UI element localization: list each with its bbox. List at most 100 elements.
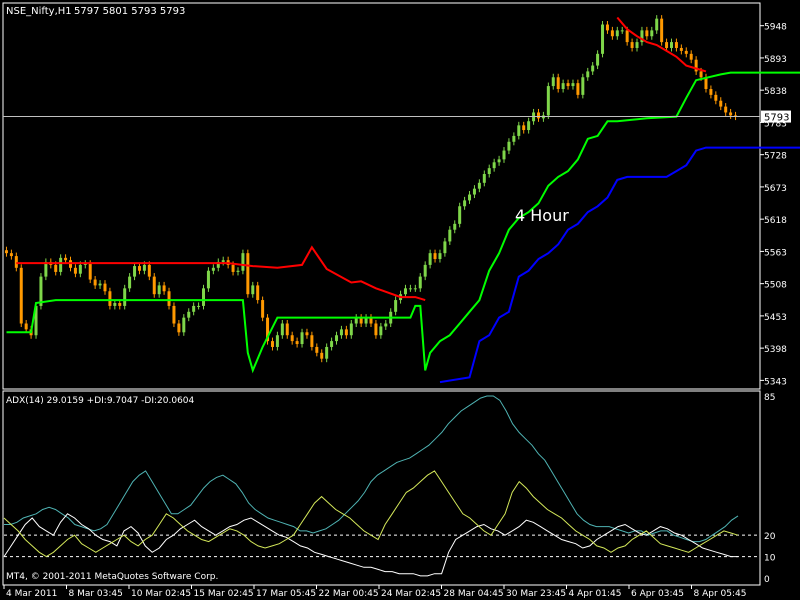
candle-body bbox=[206, 270, 210, 289]
candle-body bbox=[88, 263, 92, 280]
candle-body bbox=[73, 267, 77, 274]
candle-body bbox=[556, 77, 560, 90]
candle-body bbox=[14, 256, 18, 268]
candle-body bbox=[152, 276, 156, 295]
candle bbox=[123, 284, 127, 310]
price-tick-label: 5728 bbox=[764, 152, 787, 162]
candle-body bbox=[502, 150, 506, 160]
candle-body bbox=[729, 112, 733, 116]
candle-body bbox=[142, 264, 146, 271]
adx-tick-label: 0 bbox=[764, 575, 770, 585]
candle-body bbox=[522, 125, 526, 131]
candle-body bbox=[172, 305, 176, 324]
candle-body bbox=[64, 257, 68, 261]
candle-body bbox=[482, 174, 486, 183]
price-tick-label: 5563 bbox=[764, 248, 787, 258]
candle bbox=[660, 15, 664, 46]
candle-body bbox=[211, 267, 215, 271]
time-tick-label: 28 Mar 04:45 bbox=[444, 589, 504, 599]
candle-body bbox=[403, 288, 407, 295]
mt4-chart: 5948589358385783572856735618556355085453… bbox=[0, 0, 800, 600]
candle-body bbox=[507, 141, 511, 151]
copyright-text: MT4, © 2001-2011 MetaQuotes Software Cor… bbox=[6, 572, 218, 582]
candle-body bbox=[665, 42, 669, 48]
time-tick-label: 8 Apr 05:45 bbox=[694, 589, 747, 599]
candle-body bbox=[487, 168, 491, 175]
candle-body bbox=[344, 329, 348, 336]
candle-body bbox=[581, 77, 585, 95]
candle-body bbox=[571, 83, 575, 87]
price-tick-label: 5398 bbox=[764, 345, 787, 355]
candle-body bbox=[192, 305, 196, 312]
time-tick-label: 8 Mar 03:45 bbox=[69, 589, 123, 599]
candle-body bbox=[295, 341, 299, 345]
candle-body bbox=[463, 200, 467, 207]
candle bbox=[261, 296, 265, 322]
candle-body bbox=[280, 323, 284, 336]
candle-body bbox=[123, 288, 127, 306]
candle-body bbox=[379, 326, 383, 336]
candle-body bbox=[349, 323, 353, 336]
adx-title: ADX(14) 29.0159 +DI:9.7047 -DI:20.0604 bbox=[6, 396, 195, 406]
candle bbox=[19, 264, 23, 328]
candle-body bbox=[231, 264, 235, 272]
ohlc-readout: 5797 5801 5793 5793 bbox=[74, 6, 185, 17]
time-tick-label: 17 Mar 05:45 bbox=[256, 589, 316, 599]
candle-body bbox=[561, 83, 565, 90]
candle-body bbox=[724, 106, 728, 113]
candle-body bbox=[285, 323, 289, 336]
candle-body bbox=[300, 332, 304, 345]
candle-body bbox=[246, 253, 250, 295]
candle bbox=[458, 202, 462, 228]
candle-body bbox=[251, 285, 255, 295]
candle-body bbox=[660, 18, 664, 43]
candle-body bbox=[339, 329, 343, 336]
candle-body bbox=[315, 346, 319, 353]
candle-body bbox=[418, 276, 422, 289]
candle-body bbox=[709, 89, 713, 95]
candle-body bbox=[433, 253, 437, 260]
candle-body bbox=[118, 302, 122, 306]
candle-body bbox=[394, 300, 398, 312]
candle-body bbox=[620, 30, 624, 32]
candle-body bbox=[113, 302, 117, 306]
candle-body bbox=[162, 285, 166, 292]
candle-body bbox=[374, 323, 378, 336]
candle-body bbox=[586, 71, 590, 78]
price-tick-label: 5343 bbox=[764, 377, 787, 387]
candle-body bbox=[78, 264, 82, 274]
price-tick-label: 5618 bbox=[764, 216, 787, 226]
price-tick-label: 5453 bbox=[764, 313, 787, 323]
candle-body bbox=[674, 42, 678, 48]
candle bbox=[246, 249, 250, 298]
candle-body bbox=[423, 264, 427, 277]
candle-body bbox=[320, 352, 324, 359]
candle-body bbox=[714, 94, 718, 101]
candle-body bbox=[512, 135, 516, 142]
candle-body bbox=[93, 279, 97, 286]
candle-body bbox=[492, 162, 496, 169]
candle-body bbox=[290, 335, 294, 342]
candle-body bbox=[241, 253, 245, 271]
candle-body bbox=[536, 112, 540, 119]
candle-body bbox=[44, 261, 48, 277]
time-tick-label: 4 Apr 01:45 bbox=[569, 589, 622, 599]
candle-body bbox=[630, 42, 634, 48]
candle-body bbox=[546, 86, 550, 116]
candle-body bbox=[330, 341, 334, 347]
price-tick-label: 5893 bbox=[764, 55, 787, 65]
candle-body bbox=[669, 42, 673, 48]
price-tick-label: 5838 bbox=[764, 87, 787, 97]
candle-body bbox=[719, 100, 723, 107]
candle-body bbox=[221, 260, 225, 262]
candle-body bbox=[591, 65, 595, 72]
candle-body bbox=[477, 182, 481, 189]
candle-body bbox=[197, 305, 201, 307]
time-tick-label: 22 Mar 00:45 bbox=[319, 589, 379, 599]
candle-body bbox=[472, 188, 476, 195]
candle-body bbox=[448, 229, 452, 242]
price-tick-label: 5948 bbox=[764, 23, 787, 33]
candle-body bbox=[108, 291, 112, 306]
candle-body bbox=[128, 276, 132, 289]
candle-body bbox=[9, 253, 13, 257]
